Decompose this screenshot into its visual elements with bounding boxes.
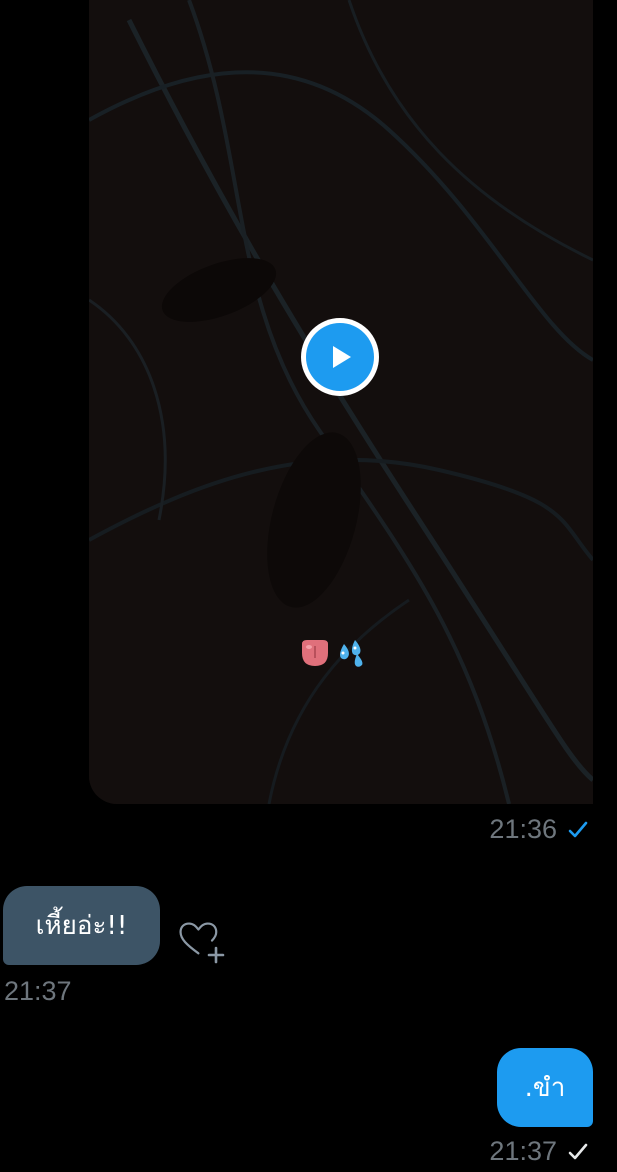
message-timestamp: 21:36 — [489, 814, 589, 845]
play-button[interactable] — [301, 318, 379, 396]
check-icon — [568, 1143, 588, 1159]
timestamp-text: 21:36 — [489, 814, 557, 844]
timestamp-text: 21:37 — [4, 976, 72, 1006]
sweat-droplets-emoji-icon — [340, 640, 363, 667]
timestamp-text: 21:37 — [489, 1136, 557, 1166]
tongue-emoji-icon — [302, 640, 328, 666]
message-text: .ขำ — [524, 1073, 566, 1103]
message-timestamp: 21:37 — [489, 1136, 589, 1167]
add-reaction-heart-icon[interactable] — [178, 918, 226, 966]
video-overlay-emoji — [299, 638, 367, 668]
message-timestamp: 21:37 — [4, 976, 72, 1007]
received-message-bubble[interactable]: เหี้ยอ่ะ!! — [3, 886, 160, 965]
play-icon — [306, 323, 374, 391]
sent-message-bubble[interactable]: .ขำ — [497, 1048, 593, 1127]
video-message[interactable] — [89, 0, 593, 804]
check-icon — [568, 821, 588, 837]
video-thumbnail — [89, 0, 593, 804]
message-text: เหี้ยอ่ะ!! — [35, 911, 128, 941]
